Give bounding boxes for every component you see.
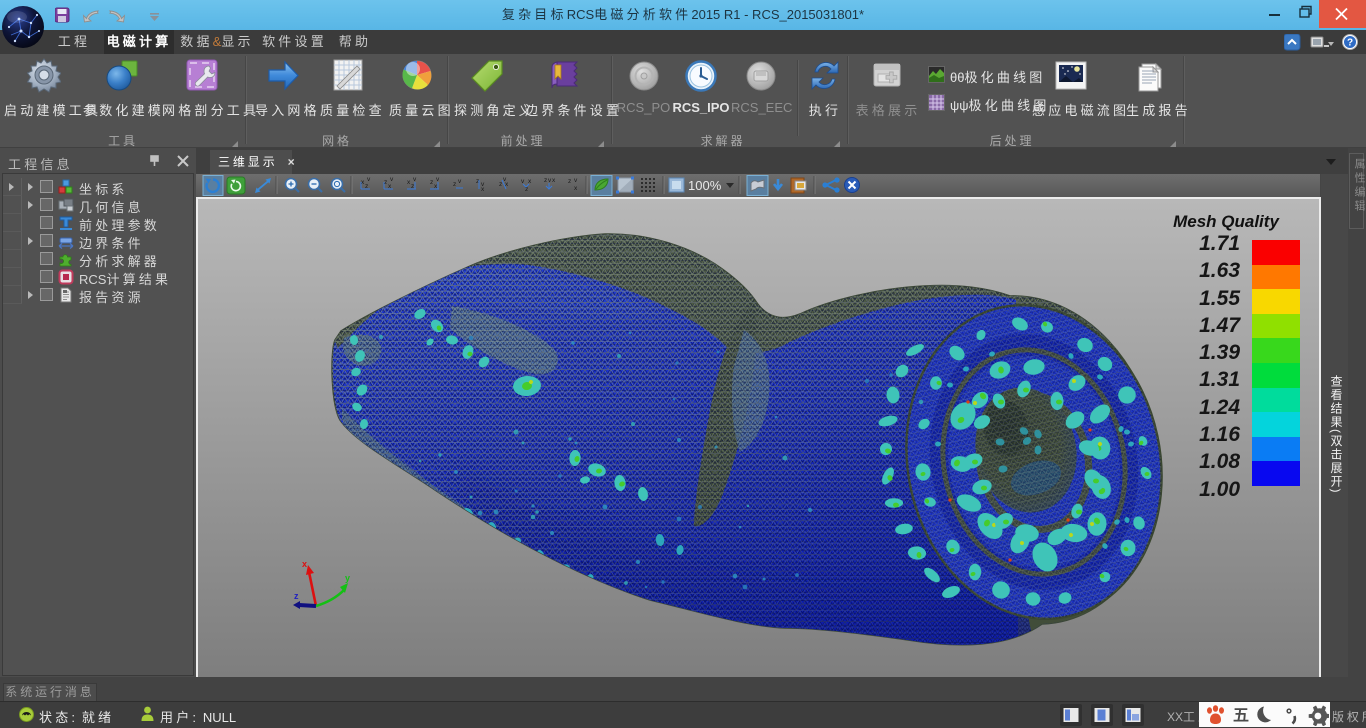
svg-text:v: v [413, 176, 417, 183]
svg-text:?: ? [1347, 38, 1353, 49]
svg-text:z: z [499, 181, 502, 188]
svg-text:x: x [552, 177, 556, 184]
svg-text:v: v [390, 176, 394, 183]
svg-text:v: v [521, 178, 525, 185]
svg-text:v: v [458, 178, 462, 185]
svg-text:v: v [367, 176, 371, 183]
svg-text:z: z [544, 177, 547, 184]
svg-text:v: v [574, 177, 578, 184]
svg-text:100%: 100% [688, 178, 722, 193]
svg-text:x: x [481, 186, 485, 193]
svg-text:z: z [430, 179, 433, 186]
svg-text:z: z [568, 178, 571, 185]
svg-text:v: v [436, 176, 440, 183]
svg-text:z: z [294, 591, 299, 601]
svg-text:x: x [574, 185, 578, 192]
svg-text:z: z [453, 181, 456, 188]
svg-text:五: 五 [1233, 708, 1249, 725]
svg-text:x: x [302, 559, 307, 569]
svg-text:y: y [345, 573, 350, 583]
